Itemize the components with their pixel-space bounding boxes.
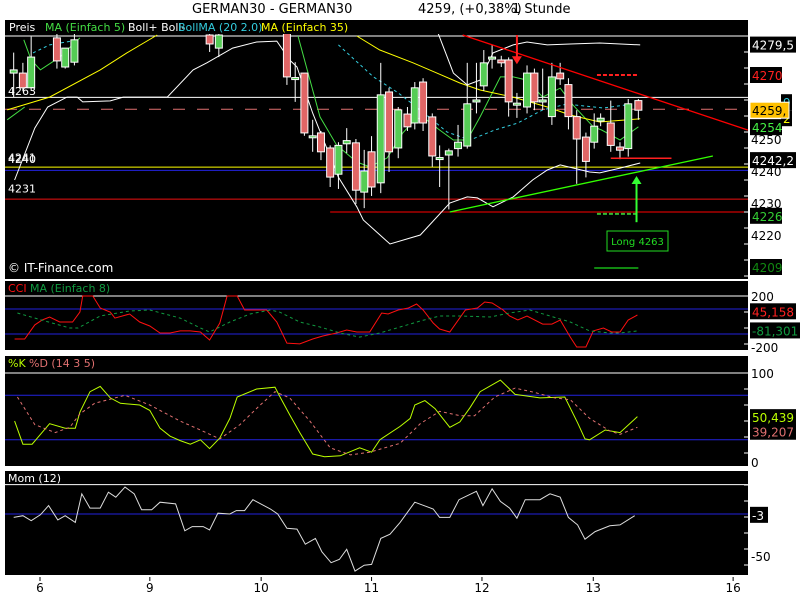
candle-up: [624, 103, 633, 150]
candle-up: [342, 140, 351, 145]
candle-down: [634, 100, 643, 111]
candle-down: [530, 72, 539, 103]
candle-up: [360, 170, 369, 193]
candle-down: [367, 151, 376, 188]
candle-down: [564, 84, 573, 118]
long-signal-box[interactable]: Long 4263: [606, 230, 669, 252]
candle-up: [9, 69, 18, 74]
candle-up: [523, 72, 532, 108]
y-tick-label: 100: [751, 367, 774, 381]
candle-down: [419, 81, 428, 124]
candle-up: [512, 102, 521, 106]
y-tick-label: 4220: [751, 229, 782, 243]
candle-up: [463, 103, 472, 147]
candle-down: [428, 116, 437, 157]
legend-bollma: BollMA (20 2.0): [178, 21, 262, 34]
candle-down: [572, 116, 581, 140]
candle-down: [282, 29, 291, 78]
legend-mom: Mom (12): [8, 472, 61, 485]
legend-ma35: MA (Einfach 35): [261, 21, 348, 34]
candle-up: [590, 125, 599, 143]
legend-ma5: MA (Einfach 5): [45, 21, 125, 34]
candle-up: [454, 141, 463, 150]
chart-canvas[interactable]: 4263424142404231 6 9 10 11 12 13 1642504240423…: [0, 0, 800, 600]
left-level-label: 4231: [8, 183, 36, 196]
value-label: 4259,: [752, 104, 786, 118]
legend-d: %D (14 3 5): [29, 357, 95, 370]
candle-down: [326, 147, 335, 178]
candle-down: [556, 72, 565, 80]
candle-up: [538, 99, 547, 103]
legend-k: %K: [8, 357, 26, 370]
value-label: 4242,2: [752, 154, 794, 168]
candle-down: [497, 59, 506, 64]
left-level-label: 4263: [8, 85, 36, 98]
left-level-label: 4240: [8, 153, 36, 166]
legend-boll: Boll+ Boll-: [128, 21, 185, 34]
candle-up: [334, 144, 343, 175]
candle-up: [596, 117, 605, 122]
y-tick-label: -50: [751, 550, 771, 564]
candle-down: [615, 146, 624, 151]
momentum-panel[interactable]: [5, 471, 748, 575]
legend-preis: Preis: [9, 21, 36, 34]
x-tick-label: 12: [474, 581, 489, 595]
candle-up: [376, 94, 385, 184]
candle-up: [547, 76, 556, 118]
value-label: -3: [752, 509, 764, 523]
candle-down: [385, 91, 394, 153]
candle-up: [410, 87, 419, 124]
candle-up: [488, 56, 497, 60]
candle-down: [351, 142, 360, 191]
y-tick-label: 0: [751, 456, 759, 470]
candle-down: [205, 34, 214, 45]
y-tick-label: -200: [751, 341, 778, 355]
value-label: 50,439: [752, 411, 794, 425]
x-tick-label: 9: [146, 581, 154, 595]
candle-down: [504, 59, 513, 103]
candle-up: [291, 77, 300, 81]
value-label: 4270: [752, 69, 783, 83]
candle-down: [606, 122, 615, 146]
x-tick-label: 11: [364, 581, 379, 595]
watermark: © IT-Finance.com: [8, 261, 113, 275]
value-label: -81,301: [752, 324, 798, 338]
candle-up: [61, 47, 70, 68]
candle-up: [27, 56, 36, 89]
candle-up: [214, 34, 223, 49]
x-tick-label: 10: [254, 581, 269, 595]
candle-down: [581, 136, 590, 162]
x-tick-label: 16: [725, 581, 740, 595]
candle-down: [316, 132, 325, 153]
candle-up: [435, 157, 444, 161]
candle-up: [70, 39, 79, 63]
value-label: 4209: [752, 261, 783, 275]
candle-up: [444, 150, 453, 156]
value-label: 4226: [752, 210, 783, 224]
y-tick-label: 200: [751, 290, 774, 304]
candle-up: [472, 99, 481, 103]
legend-cci-ma: MA (Einfach 8): [30, 282, 110, 295]
value-label: 39,207: [752, 426, 794, 440]
x-tick-label: 6: [36, 581, 44, 595]
legend-cci: CCI: [8, 282, 27, 295]
candle-up: [479, 62, 488, 87]
value-label: 4254: [752, 121, 783, 135]
candle-up: [394, 109, 403, 149]
candle-down: [403, 113, 412, 128]
candle-down: [52, 37, 61, 62]
value-label: 45,158: [752, 305, 794, 319]
long-box-label: Long 4263: [611, 237, 664, 248]
value-label: 4279,5: [752, 39, 794, 53]
x-tick-label: 13: [586, 581, 601, 595]
candle-down: [300, 72, 309, 134]
candle-up: [308, 135, 317, 139]
